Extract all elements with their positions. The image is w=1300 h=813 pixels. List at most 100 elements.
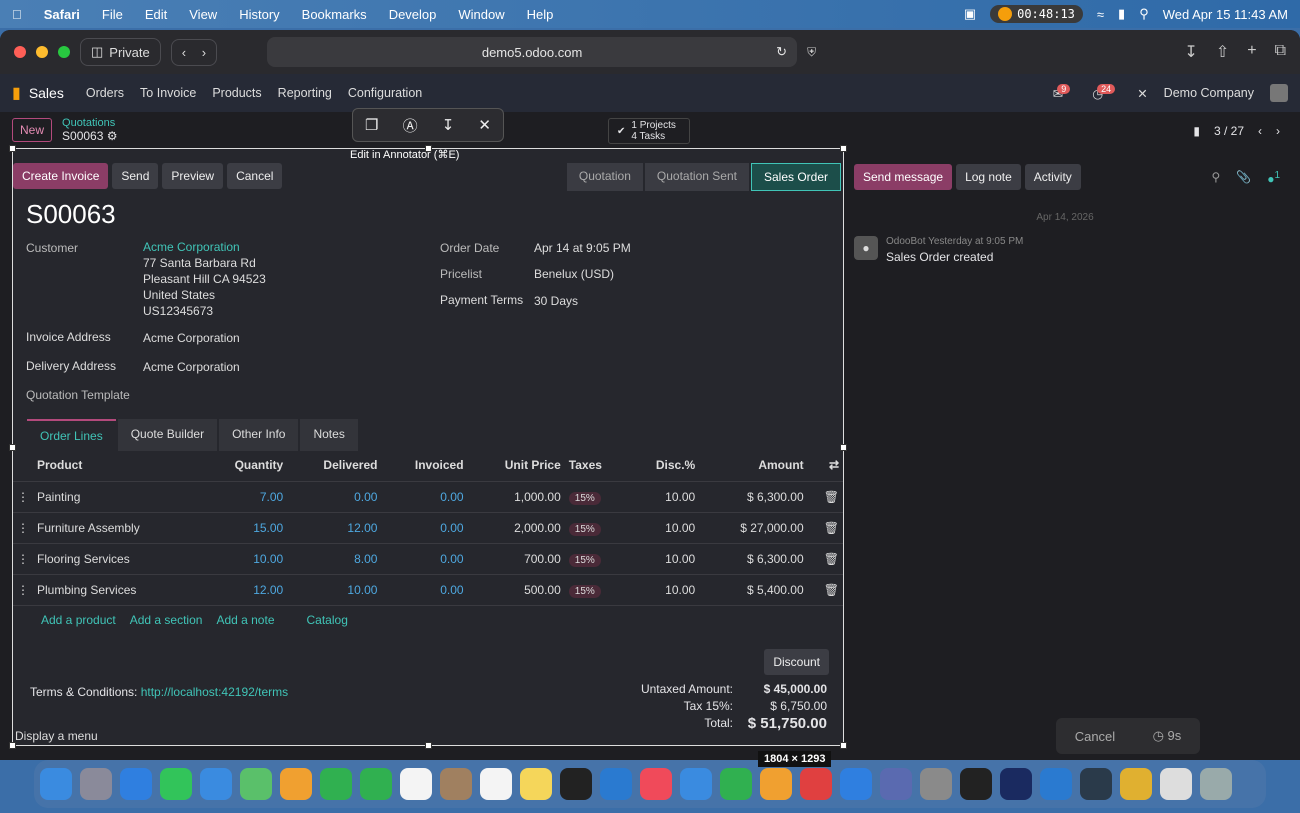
settings-icon[interactable]: [920, 768, 952, 800]
app-store-icon[interactable]: [840, 768, 872, 800]
terms-link[interactable]: http://localhost:42192/terms: [141, 685, 288, 699]
search-icon[interactable]: ⚲: [1139, 6, 1149, 22]
cancel-button[interactable]: Cancel: [227, 163, 283, 189]
tax-badge[interactable]: 15%: [568, 492, 601, 505]
screenshot-icon[interactable]: ▣: [964, 6, 976, 22]
status-quotation[interactable]: Quotation: [566, 163, 643, 191]
customer-link[interactable]: Acme Corporation: [143, 239, 266, 255]
tab-order-lines[interactable]: Order Lines: [27, 419, 116, 451]
activity-monitor-icon[interactable]: [960, 768, 992, 800]
tab-notes[interactable]: Notes: [300, 419, 358, 451]
company-switcher[interactable]: Demo Company: [1164, 86, 1254, 100]
invoice-address-field[interactable]: Acme Corporation: [143, 330, 240, 346]
line-discount[interactable]: 10.00: [627, 481, 700, 513]
nav-orders[interactable]: Orders: [86, 86, 124, 100]
trash-icon[interactable]: 🗑: [807, 574, 843, 606]
messages-app-icon[interactable]: [160, 768, 192, 800]
tax-badge[interactable]: 15%: [568, 585, 601, 598]
nav-to-invoice[interactable]: To Invoice: [140, 86, 196, 100]
vscode-icon[interactable]: [600, 768, 632, 800]
delivery-address-field[interactable]: Acme Corporation: [143, 359, 240, 375]
selection-handle[interactable]: [840, 145, 847, 152]
drag-handle-icon[interactable]: ⋮: [13, 574, 33, 606]
line-product[interactable]: Plumbing Services: [33, 574, 202, 606]
battery-icon[interactable]: ▮: [1118, 6, 1125, 22]
xcode-sim-icon[interactable]: [1000, 768, 1032, 800]
reminders-icon[interactable]: [480, 768, 512, 800]
trash-icon[interactable]: 🗑: [807, 543, 843, 575]
tab-other-info[interactable]: Other Info: [219, 419, 299, 451]
trash-dock-icon[interactable]: [1200, 768, 1232, 800]
share-icon[interactable]: ⇧: [1216, 42, 1229, 62]
reload-icon[interactable]: ↻: [776, 44, 787, 60]
send-message-button[interactable]: Send message: [854, 164, 953, 190]
address-bar[interactable]: demo5.odoo.com ↻: [267, 37, 798, 67]
new-button[interactable]: New: [12, 118, 53, 142]
line-delivered[interactable]: 8.00: [287, 543, 382, 575]
contacts-icon[interactable]: [440, 768, 472, 800]
projects-smart-button[interactable]: ✔ 1 Projects 4 Tasks: [608, 118, 690, 144]
zoom-window-button[interactable]: [58, 46, 70, 58]
selection-handle[interactable]: [425, 742, 432, 749]
minimize-window-button[interactable]: [36, 46, 48, 58]
menu-help[interactable]: Help: [527, 7, 554, 22]
pager-next-icon[interactable]: ›: [1276, 124, 1280, 138]
tax-badge[interactable]: 15%: [568, 523, 601, 536]
pricelist-field[interactable]: Benelux (USD): [534, 266, 614, 282]
line-delivered[interactable]: 12.00: [287, 512, 382, 544]
drag-handle-icon[interactable]: ⋮: [13, 543, 33, 575]
line-discount[interactable]: 10.00: [627, 543, 700, 575]
col-delivered[interactable]: Delivered: [287, 449, 382, 482]
col-unit-price[interactable]: Unit Price: [467, 449, 565, 482]
line-product[interactable]: Flooring Services: [33, 543, 202, 575]
catalog-link[interactable]: Catalog: [307, 613, 348, 627]
line-delivered[interactable]: 10.00: [287, 574, 382, 606]
pager-prev-icon[interactable]: ‹: [1258, 124, 1262, 138]
user-avatar[interactable]: [1270, 84, 1288, 102]
line-quantity[interactable]: 12.00: [201, 574, 288, 606]
wifi-icon[interactable]: ≈: [1097, 7, 1104, 22]
rocket-icon[interactable]: [800, 768, 832, 800]
menu-edit[interactable]: Edit: [145, 7, 167, 22]
download-icon[interactable]: ↧: [1184, 42, 1197, 62]
nav-configuration[interactable]: Configuration: [348, 86, 422, 100]
table-row[interactable]: ⋮ Plumbing Services 12.00 10.00 0.00 500…: [13, 574, 843, 606]
new-tab-icon[interactable]: +: [1247, 42, 1256, 62]
copy-icon[interactable]: ❐: [365, 116, 378, 134]
status-sales-order[interactable]: Sales Order: [750, 163, 841, 191]
payment-terms-field[interactable]: 30 Days: [534, 293, 578, 309]
line-invoiced[interactable]: 0.00: [381, 574, 468, 606]
tv-icon[interactable]: [560, 768, 592, 800]
menu-file[interactable]: File: [102, 7, 123, 22]
pages-icon[interactable]: [760, 768, 792, 800]
apple-icon[interactable]: : [12, 7, 22, 22]
back-forward-buttons[interactable]: ‹ ›: [170, 38, 218, 66]
chrome-icon[interactable]: [1120, 768, 1152, 800]
gear-icon[interactable]: ⚙: [107, 129, 118, 143]
preview-icon[interactable]: [880, 768, 912, 800]
menu-history[interactable]: History: [239, 7, 279, 22]
add-product-link[interactable]: Add a product: [41, 613, 116, 627]
line-product[interactable]: Furniture Assembly: [33, 512, 202, 544]
menu-view[interactable]: View: [189, 7, 217, 22]
line-invoiced[interactable]: 0.00: [381, 543, 468, 575]
keynote-icon[interactable]: [680, 768, 712, 800]
forward-icon[interactable]: ›: [202, 45, 206, 60]
network-icon[interactable]: [1080, 768, 1112, 800]
col-invoiced[interactable]: Invoiced: [381, 449, 468, 482]
facetime-icon[interactable]: [320, 768, 352, 800]
generic-app-icon[interactable]: [1160, 768, 1192, 800]
table-row[interactable]: ⋮ Furniture Assembly 15.00 12.00 0.00 2,…: [13, 512, 843, 544]
photos-icon[interactable]: [280, 768, 312, 800]
nav-products[interactable]: Products: [212, 86, 261, 100]
line-invoiced[interactable]: 0.00: [381, 512, 468, 544]
save-icon[interactable]: ↧: [442, 116, 455, 134]
line-quantity[interactable]: 15.00: [201, 512, 288, 544]
drag-handle-icon[interactable]: ⋮: [13, 512, 33, 544]
line-unit-price[interactable]: 500.00: [467, 574, 565, 606]
music-icon[interactable]: [640, 768, 672, 800]
followers-icon[interactable]: ●1: [1267, 170, 1280, 186]
line-discount[interactable]: 10.00: [627, 574, 700, 606]
menu-safari[interactable]: Safari: [44, 7, 80, 22]
safari-icon[interactable]: [120, 768, 152, 800]
